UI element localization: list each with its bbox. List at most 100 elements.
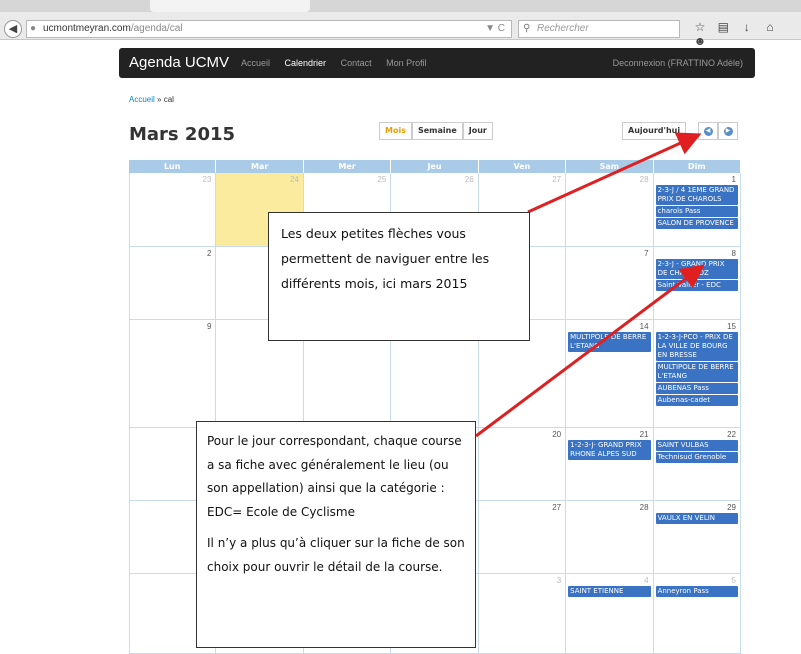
reload-icon[interactable]: ▼ C [485,21,505,37]
event-list: SAINT VULBAS Technisud Grenoble [655,440,738,464]
weekday-label: Mer [304,160,392,173]
bookmarks-menu-icon[interactable]: ▤ [713,20,733,34]
event-list: SAINT ETIENNE [568,586,651,598]
day-number: 7 [644,249,649,258]
event-list: 1-2-3-J- GRAND PRIX RHONE ALPES SUD [568,440,651,461]
next-month-button[interactable]: ▶ [718,122,738,140]
day-number: 14 [639,322,649,331]
day-number: 8 [731,249,736,258]
nav-link-contact[interactable]: Contact [341,58,372,68]
day-cell[interactable]: 9 [129,320,217,427]
page-title: Mars 2015 [129,124,236,145]
day-number: 28 [639,503,649,512]
event-list: MULTIPOLE DE BERRE L'ETANG [568,332,651,353]
event-card[interactable]: MULTIPOLE DE BERRE L'ETANG [568,332,651,352]
download-icon[interactable]: ↓ [737,20,757,34]
breadcrumb-home[interactable]: Accueil [129,95,155,104]
event-card[interactable]: MULTIPOLE DE BERRE L'ETANG [655,362,738,382]
breadcrumb-separator: » [157,95,162,104]
event-card[interactable]: SAINT ETIENNE [568,586,651,597]
day-number: 15 [727,322,736,331]
event-card[interactable]: Saint Vallier - EDC [655,280,738,291]
day-cell[interactable]: 21 1-2-3-J- GRAND PRIX RHONE ALPES SUD [566,428,654,500]
event-card[interactable]: AUBENAS Pass [655,383,738,394]
day-number: 23 [202,175,212,184]
nav-link-profil[interactable]: Mon Profil [386,58,427,68]
day-number: 2 [206,249,212,258]
chevron-left-icon: ◀ [703,126,713,136]
view-month-button[interactable]: Mois [379,122,412,140]
event-card[interactable]: SALON DE PROVENCE [655,218,738,229]
view-day-button[interactable]: Jour [462,122,493,140]
browser-search-input[interactable]: ⚲ Rechercher [518,20,680,38]
day-cell[interactable]: 2 [129,247,217,319]
event-card[interactable]: VAULX EN VELIN [655,513,738,524]
browser-nav-bar: ◀ ● ucmontmeyran.com/agenda/cal ▼ C ⚲ Re… [0,18,801,48]
face-icon[interactable]: ☻ [690,34,710,48]
today-button[interactable]: Aujourd'hui [622,122,687,140]
globe-icon: ● [30,23,37,34]
day-cell[interactable]: 15 1-2-3-J-PCO - PRIX DE LA VILLE DE BOUR… [654,320,741,427]
brand-title[interactable]: Agenda UCMV [129,54,229,71]
day-cell[interactable]: 8 2-3-J - GRAND PRIX DE CHAVANOZ Saint Val… [654,247,741,319]
home-icon[interactable]: ⌂ [760,20,780,34]
weekday-label: Lun [129,160,217,173]
day-cell[interactable]: 1 2-3-J / 4 1EME GRAND PRIX DE CHAROLS cha… [654,173,741,246]
day-number: 21 [639,430,649,439]
view-week-button[interactable]: Semaine [411,122,463,140]
weekday-label: Mar [216,160,304,173]
prev-month-button[interactable]: ◀ [698,122,718,140]
search-placeholder: Rechercher [537,23,589,34]
day-cell[interactable]: 29 VAULX EN VELIN [654,501,741,573]
event-card[interactable]: 1-2-3-J-PCO - PRIX DE LA VILLE DE BOURG … [655,332,738,361]
event-card[interactable]: 2-3-J / 4 1EME GRAND PRIX DE CHAROLS [655,185,738,205]
address-bar[interactable]: ● ucmontmeyran.com/agenda/cal ▼ C [26,20,512,38]
weekday-label: Ven [479,160,567,173]
day-cell[interactable]: 27 [479,501,567,573]
callout-event-click-text: Il n’y a plus qu’à cliquer sur la fiche … [207,536,465,574]
logout-link[interactable]: Deconnexion (FRATTINO Adèle) [613,58,743,68]
day-cell[interactable]: 28 [566,501,654,573]
browser-tab[interactable] [150,0,310,12]
day-cell[interactable]: 28 [566,173,654,246]
weekday-header: Lun Mar Mer Jeu Ven Sam Dim [129,160,741,173]
weekday-label: Sam [566,160,654,173]
tab-strip [0,0,801,12]
day-cell[interactable]: 20 [479,428,567,500]
back-arrow-icon[interactable]: ◀ [4,20,22,38]
day-cell[interactable]: 3 [479,574,567,653]
event-card[interactable]: 1-2-3-J- GRAND PRIX RHONE ALPES SUD [568,440,651,460]
day-cell[interactable]: 23 [129,173,217,246]
month-nav-arrows: ◀ ▶ [698,122,738,140]
event-card[interactable]: SAINT VULBAS [655,440,738,451]
nav-link-calendrier[interactable]: Calendrier [285,58,327,68]
day-cell[interactable]: 5 Anneyron Pass [654,574,741,653]
event-card[interactable]: charols Pass [655,206,738,217]
nav-link-accueil[interactable]: Accueil [241,58,270,68]
day-number: 27 [552,503,562,512]
day-cell[interactable]: 14 MULTIPOLE DE BERRE L'ETANG [566,320,654,427]
event-card[interactable]: Aubenas-cadet [655,395,738,406]
day-number: 4 [644,576,649,585]
day-number: 9 [206,322,212,331]
day-cell[interactable]: 7 [566,247,654,319]
nav-links: Accueil Calendrier Contact Mon Profil [241,58,439,68]
day-number: 22 [727,430,736,439]
chevron-right-icon: ▶ [723,126,733,136]
weekday-label: Dim [654,160,741,173]
day-number: 26 [464,175,474,184]
event-card[interactable]: 2-3-J - GRAND PRIX DE CHAVANOZ [655,259,738,279]
day-number: 3 [556,576,562,585]
day-cell[interactable]: 4 SAINT ETIENNE [566,574,654,653]
day-number: 29 [727,503,736,512]
bookmark-star-icon[interactable]: ☆ [690,20,710,34]
event-card[interactable]: Technisud Grenoble [655,452,738,463]
callout-event-info: Pour le jour correspondant, chaque cours… [196,421,476,648]
day-number: 25 [377,175,387,184]
day-cell[interactable]: 22 SAINT VULBAS Technisud Grenoble [654,428,741,500]
breadcrumb: Accueil » cal [129,95,174,104]
day-number: 24 [289,175,299,184]
event-card[interactable]: Anneyron Pass [655,586,738,597]
callout-event-info-text: Pour le jour correspondant, chaque cours… [207,434,462,519]
breadcrumb-current: cal [163,95,174,104]
